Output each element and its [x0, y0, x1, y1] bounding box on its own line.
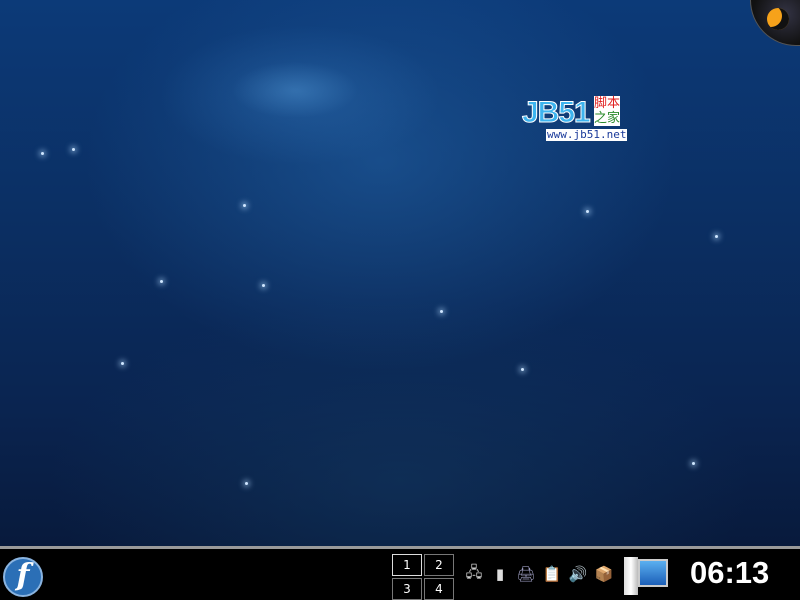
- pager-desktop-3[interactable]: 3: [392, 578, 422, 600]
- package-updater-icon[interactable]: 📦: [594, 563, 614, 585]
- pager-desktop-1[interactable]: 1: [392, 554, 422, 576]
- printer-applet-icon[interactable]: 🖨: [516, 563, 536, 585]
- watermark-cn-line1: 脚本: [594, 96, 621, 111]
- pager-desktop-2[interactable]: 2: [424, 554, 454, 576]
- watermark-cn-line2: 之家: [594, 111, 621, 126]
- fedora-logo-icon: f: [16, 558, 30, 593]
- star: [262, 284, 265, 287]
- pager-desktop-4[interactable]: 4: [424, 578, 454, 600]
- star: [715, 235, 718, 238]
- star: [160, 280, 163, 283]
- star: [521, 368, 524, 371]
- star: [243, 204, 246, 207]
- taskbar: f 1 2 3 4 🖧 ▮ 🖨 📋 🔊 📦 06:13: [0, 546, 800, 600]
- star: [72, 148, 75, 151]
- clipboard-icon[interactable]: 📋: [542, 563, 562, 585]
- desktop-pager: 1 2 3 4: [392, 554, 454, 600]
- watermark-brand: JB51: [522, 96, 592, 130]
- star: [245, 482, 248, 485]
- kde-moon-icon: [767, 8, 789, 30]
- klipper-icon[interactable]: ▮: [490, 563, 510, 585]
- system-monitor-icon[interactable]: [624, 557, 670, 595]
- network-icon[interactable]: 🖧: [464, 563, 484, 585]
- star: [440, 310, 443, 313]
- desktop-background[interactable]: JB51 脚本 之家 www.jb51.net: [0, 0, 800, 546]
- clock[interactable]: 06:13: [690, 555, 769, 591]
- star: [121, 362, 124, 365]
- star: [41, 152, 44, 155]
- star: [692, 462, 695, 465]
- star: [586, 210, 589, 213]
- system-tray: 🖧 ▮ 🖨 📋 🔊 📦: [464, 563, 614, 585]
- jb51-watermark-logo: JB51 脚本 之家 www.jb51.net: [522, 96, 628, 142]
- volume-icon[interactable]: 🔊: [568, 563, 588, 585]
- fedora-menu-button[interactable]: f: [3, 557, 43, 597]
- watermark-url: www.jb51.net: [546, 128, 628, 141]
